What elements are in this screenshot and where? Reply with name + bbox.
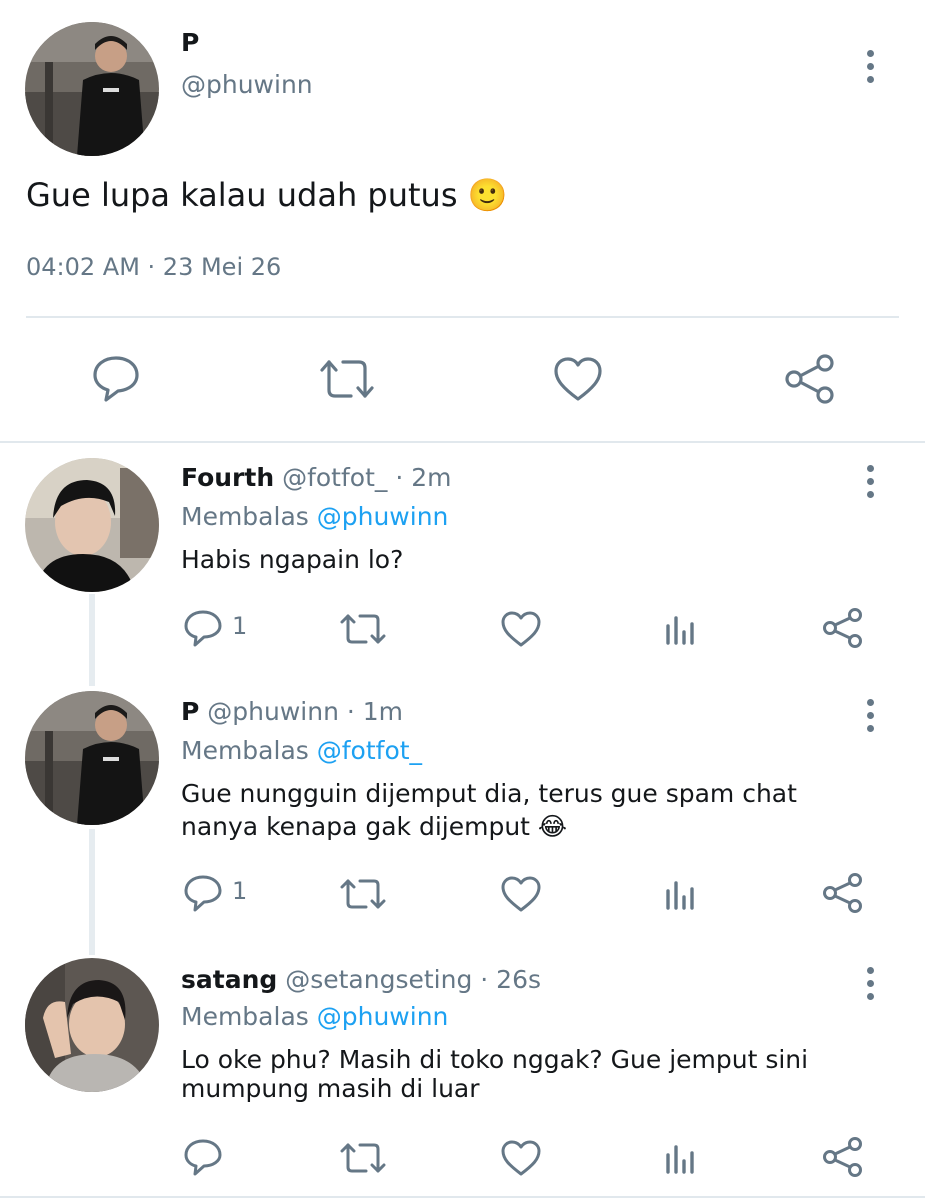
mention-link[interactable]: @fotfot_ (317, 736, 422, 765)
replying-prefix: Membalas (181, 736, 309, 765)
like-icon[interactable] (500, 1139, 542, 1177)
slightly-smiling-emoji: 🙂 (467, 176, 508, 214)
reply-icon[interactable] (91, 354, 141, 404)
share-icon[interactable] (822, 1136, 864, 1178)
reply-header: Fourth @fotfot_ · 2m (181, 463, 451, 492)
replying-prefix: Membalas (181, 502, 309, 531)
display-name[interactable]: P (181, 28, 199, 57)
analytics-icon[interactable] (664, 1141, 698, 1175)
reply-text-line-1: Gue nungguin dijemput dia, terus gue spa… (181, 779, 797, 808)
handle-and-time[interactable]: @setangseting · 26s (285, 965, 541, 994)
share-icon[interactable] (784, 353, 836, 405)
retweet-icon[interactable] (318, 356, 376, 402)
display-name[interactable]: satang (181, 965, 277, 994)
reply-header: satang @setangseting · 26s (181, 965, 541, 994)
handle-and-time[interactable]: @fotfot_ · 2m (282, 463, 451, 492)
reply-header: P @phuwinn · 1m (181, 697, 403, 726)
avatar[interactable] (25, 458, 159, 592)
divider (0, 441, 925, 443)
reply-text-line-2: nanya kenapa gak dijemput (181, 812, 530, 841)
replying-to: Membalas @phuwinn (181, 502, 448, 531)
reply-text-line-1: Lo oke phu? Masih di toko nggak? Gue jem… (181, 1045, 809, 1074)
reply-text-row-2: nanya kenapa gak dijemput 😂 (181, 812, 567, 841)
tweet-text: Gue lupa kalau udah putus (26, 176, 458, 214)
like-icon[interactable] (553, 356, 603, 402)
replying-to: Membalas @phuwinn (181, 1002, 448, 1031)
handle-and-time[interactable]: @phuwinn · 1m (207, 697, 403, 726)
more-options-icon[interactable] (867, 699, 874, 732)
avatar[interactable] (25, 958, 159, 1092)
tweet-timestamp[interactable]: 04:02 AM · 23 Mei 26 (26, 253, 281, 281)
reply-icon[interactable] (183, 1138, 223, 1176)
tweet-text-row: Gue lupa kalau udah putus 🙂 (26, 176, 508, 214)
display-name[interactable]: Fourth (181, 463, 274, 492)
more-options-icon[interactable] (867, 465, 874, 498)
divider (0, 1196, 925, 1198)
divider (26, 316, 899, 318)
retweet-icon[interactable] (339, 876, 387, 912)
user-handle[interactable]: @phuwinn (181, 70, 313, 99)
avatar[interactable] (25, 22, 159, 156)
reply-icon[interactable] (183, 874, 223, 912)
avatar[interactable] (25, 691, 159, 825)
mention-link[interactable]: @phuwinn (317, 502, 449, 531)
more-options-icon[interactable] (867, 967, 874, 1000)
reply-count: 1 (232, 612, 248, 640)
reply-count: 1 (232, 877, 248, 905)
analytics-icon[interactable] (664, 612, 698, 646)
share-icon[interactable] (822, 607, 864, 649)
analytics-icon[interactable] (664, 877, 698, 911)
thread-line (89, 594, 95, 686)
reply-text-line-2: mumpung masih di luar (181, 1074, 480, 1103)
reply-icon[interactable] (183, 609, 223, 647)
thread-line (89, 829, 95, 955)
reply-text: Habis ngapain lo? (181, 545, 404, 574)
mention-link[interactable]: @phuwinn (317, 1002, 449, 1031)
replying-to: Membalas @fotfot_ (181, 736, 422, 765)
more-options-icon[interactable] (867, 50, 874, 83)
like-icon[interactable] (500, 875, 542, 913)
share-icon[interactable] (822, 872, 864, 914)
laughing-emoji: 😂 (537, 812, 568, 841)
replying-prefix: Membalas (181, 1002, 309, 1031)
display-name[interactable]: P (181, 697, 199, 726)
retweet-icon[interactable] (339, 1140, 387, 1176)
retweet-icon[interactable] (339, 611, 387, 647)
like-icon[interactable] (500, 610, 542, 648)
